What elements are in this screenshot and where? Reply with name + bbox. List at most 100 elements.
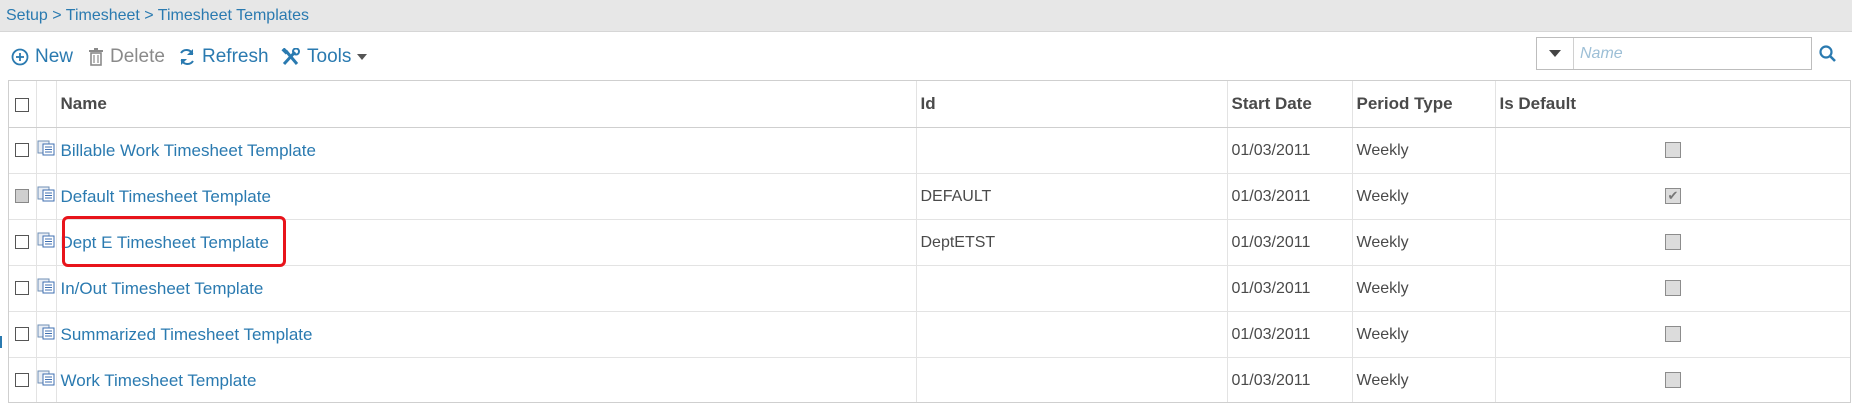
is-default-cell: ✔	[1495, 173, 1850, 220]
icon-header	[36, 81, 57, 128]
name-cell: In/Out Timesheet Template	[56, 265, 917, 312]
row-select-cell	[9, 127, 37, 174]
plus-circle-icon	[11, 48, 29, 66]
header-row: Name Id Start Date Period Type Is Defaul…	[9, 81, 1850, 128]
period-type-cell: Weekly	[1352, 265, 1496, 312]
table-row[interactable]: Default Timesheet Template DEFAULT 01/03/2…	[9, 173, 1850, 220]
table-row[interactable]: Work Timesheet Template 01/03/2011 Weekly	[9, 357, 1850, 402]
id-cell: DeptETST	[916, 219, 1228, 266]
row-select-checkbox[interactable]	[15, 327, 30, 342]
is-default-checkbox	[1664, 142, 1681, 159]
start-date-column-header[interactable]: Start Date	[1227, 81, 1353, 128]
row-select-checkbox[interactable]	[15, 143, 30, 158]
template-name-link[interactable]: Default Timesheet Template	[61, 187, 271, 206]
period-type-cell: Weekly	[1352, 219, 1496, 266]
template-icon-cell	[36, 127, 57, 174]
start-date-cell: 01/03/2011	[1227, 173, 1353, 220]
is-default-cell	[1495, 127, 1850, 174]
id-cell: DEFAULT	[916, 173, 1228, 220]
refresh-button[interactable]: Refresh	[178, 45, 269, 69]
row-select-checkbox[interactable]	[15, 189, 30, 204]
row-select-cell	[9, 219, 37, 266]
template-icon	[37, 140, 55, 160]
name-cell: Dept E Timesheet Template	[56, 219, 917, 266]
caret-down-icon	[1549, 50, 1561, 57]
start-date-cell: 01/03/2011	[1227, 265, 1353, 312]
tools-button[interactable]: Tools	[281, 45, 368, 69]
breadcrumb-text: Setup > Timesheet > Timesheet Templates	[6, 7, 309, 24]
select-all-cell	[9, 81, 37, 128]
is-default-cell	[1495, 311, 1850, 358]
new-label: New	[35, 46, 74, 67]
row-select-checkbox[interactable]	[15, 281, 30, 296]
row-select-checkbox[interactable]	[15, 235, 30, 250]
is-default-cell	[1495, 219, 1850, 266]
template-icon	[37, 186, 55, 206]
period-type-cell: Weekly	[1352, 311, 1496, 358]
period-type-cell: Weekly	[1352, 173, 1496, 220]
search-field-dropdown[interactable]	[1537, 38, 1574, 69]
table-row[interactable]: In/Out Timesheet Template 01/03/2011 Weekl…	[9, 265, 1850, 312]
template-name-link[interactable]: Dept E Timesheet Template	[61, 233, 270, 252]
is-default-checkbox	[1664, 372, 1681, 389]
id-cell	[916, 127, 1228, 174]
start-date-cell: 01/03/2011	[1227, 357, 1353, 402]
template-icon-cell	[36, 265, 57, 312]
template-name-link[interactable]: Work Timesheet Template	[61, 371, 257, 390]
caret-down-icon	[357, 54, 368, 60]
delete-label: Delete	[110, 46, 165, 67]
refresh-label: Refresh	[202, 46, 269, 67]
row-select-cell	[9, 173, 37, 220]
refresh-icon	[180, 48, 194, 66]
select-all-checkbox[interactable]	[15, 97, 30, 112]
search-button[interactable]	[1818, 44, 1840, 66]
table-row[interactable]: Dept E Timesheet Template DeptETST 01/03/2…	[9, 219, 1850, 266]
id-cell	[916, 357, 1228, 402]
new-button[interactable]: New	[11, 45, 73, 69]
delete-button[interactable]: Delete	[88, 45, 165, 69]
name-cell: Work Timesheet Template	[56, 357, 917, 402]
row-select-cell	[9, 311, 37, 358]
period-type-cell: Weekly	[1352, 357, 1496, 402]
tools-icon	[281, 48, 300, 66]
templates-table: Name Id Start Date Period Type Is Defaul…	[9, 81, 1850, 402]
name-cell: Billable Work Timesheet Template	[56, 127, 917, 174]
row-select-cell	[9, 357, 37, 402]
template-icon	[37, 278, 55, 298]
row-select-cell	[9, 265, 37, 312]
template-icon-cell	[36, 173, 57, 220]
templates-grid: Name Id Start Date Period Type Is Defaul…	[8, 80, 1851, 403]
template-icon-cell	[36, 311, 57, 358]
is-default-cell	[1495, 357, 1850, 402]
template-icon	[37, 370, 55, 390]
is-default-column-header[interactable]: Is Default	[1495, 81, 1850, 128]
name-cell: Summarized Timesheet Template	[56, 311, 917, 358]
template-icon-cell	[36, 357, 57, 402]
check-icon: ✔	[1667, 188, 1679, 204]
start-date-cell: 01/03/2011	[1227, 127, 1353, 174]
name-cell: Default Timesheet Template	[56, 173, 917, 220]
period-type-column-header[interactable]: Period Type	[1352, 81, 1496, 128]
tools-label: Tools	[307, 46, 352, 67]
trash-icon	[89, 48, 103, 66]
template-name-link[interactable]: In/Out Timesheet Template	[61, 279, 264, 298]
is-default-checkbox	[1664, 326, 1681, 343]
template-icon	[37, 232, 55, 252]
name-column-header[interactable]: Name	[56, 81, 917, 128]
start-date-cell: 01/03/2011	[1227, 219, 1353, 266]
template-icon	[37, 324, 55, 344]
table-row[interactable]: Billable Work Timesheet Template 01/03/20…	[9, 127, 1850, 174]
table-row[interactable]: Summarized Timesheet Template 01/03/2011 W…	[9, 311, 1850, 358]
id-column-header[interactable]: Id	[916, 81, 1228, 128]
template-name-link[interactable]: Summarized Timesheet Template	[61, 325, 313, 344]
template-name-link[interactable]: Billable Work Timesheet Template	[61, 141, 316, 160]
is-default-checkbox	[1664, 280, 1681, 297]
row-select-checkbox[interactable]	[15, 373, 30, 388]
scroll-marker	[0, 336, 2, 348]
start-date-cell: 01/03/2011	[1227, 311, 1353, 358]
search-box	[1536, 37, 1812, 70]
search-icon	[1819, 45, 1836, 62]
id-cell	[916, 311, 1228, 358]
search-input[interactable]	[1574, 38, 1810, 69]
template-icon-cell	[36, 219, 57, 266]
